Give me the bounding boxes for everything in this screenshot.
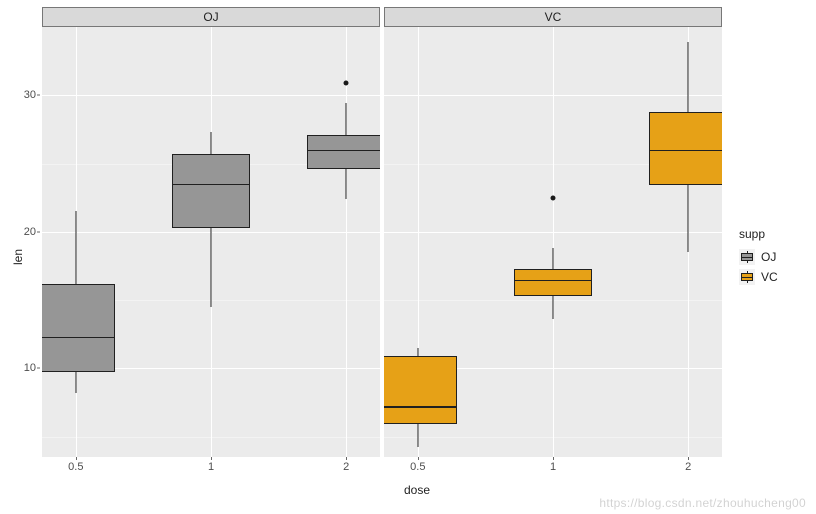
- y-axis: 10 20 30: [7, 27, 42, 457]
- legend-item-oj: OJ: [739, 247, 809, 267]
- legend: supp OJ VC: [739, 227, 809, 287]
- facet-strip-vc: VC: [384, 7, 722, 27]
- outlier-point: [344, 80, 349, 85]
- legend-item-vc: VC: [739, 267, 809, 287]
- y-tick-label: 20: [24, 226, 36, 238]
- x-tick-label: 0.5: [68, 461, 83, 473]
- x-axis-label: dose: [77, 483, 757, 497]
- legend-label-oj: OJ: [761, 250, 776, 264]
- box: [42, 27, 115, 457]
- x-tick-label: 0.5: [410, 461, 425, 473]
- x-tick-label: 1: [550, 461, 556, 473]
- x-tick-label: 2: [343, 461, 349, 473]
- facet-vc: VC 0.5 1 2: [384, 7, 722, 479]
- y-tick-label: 30: [24, 89, 36, 101]
- x-tick-label: 1: [208, 461, 214, 473]
- box: [514, 27, 592, 457]
- x-ticks-oj: 0.5 1 2: [42, 457, 380, 479]
- panel-oj: [42, 27, 380, 457]
- plot-area: OJ 0.512 VC 0.512 dose: [42, 7, 722, 479]
- legend-label-vc: VC: [761, 270, 778, 284]
- y-tick-label: 10: [24, 362, 36, 374]
- outlier-point: [551, 195, 556, 200]
- legend-key-vc: [739, 269, 755, 285]
- box: [172, 27, 250, 457]
- x-tick-label: 2: [685, 461, 691, 473]
- x-ticks-vc: 0.5 1 2: [384, 457, 722, 479]
- chart-stage: len 102030 OJ 0.512 VC 0.512 dose supp O…: [7, 7, 809, 507]
- facet-strip-oj: OJ: [42, 7, 380, 27]
- box: [649, 27, 722, 457]
- panel-vc: [384, 27, 722, 457]
- legend-title: supp: [739, 227, 809, 241]
- box: [307, 27, 380, 457]
- legend-key-oj: [739, 249, 755, 265]
- box: [384, 27, 457, 457]
- facet-oj: OJ 0.5 1 2: [42, 7, 380, 479]
